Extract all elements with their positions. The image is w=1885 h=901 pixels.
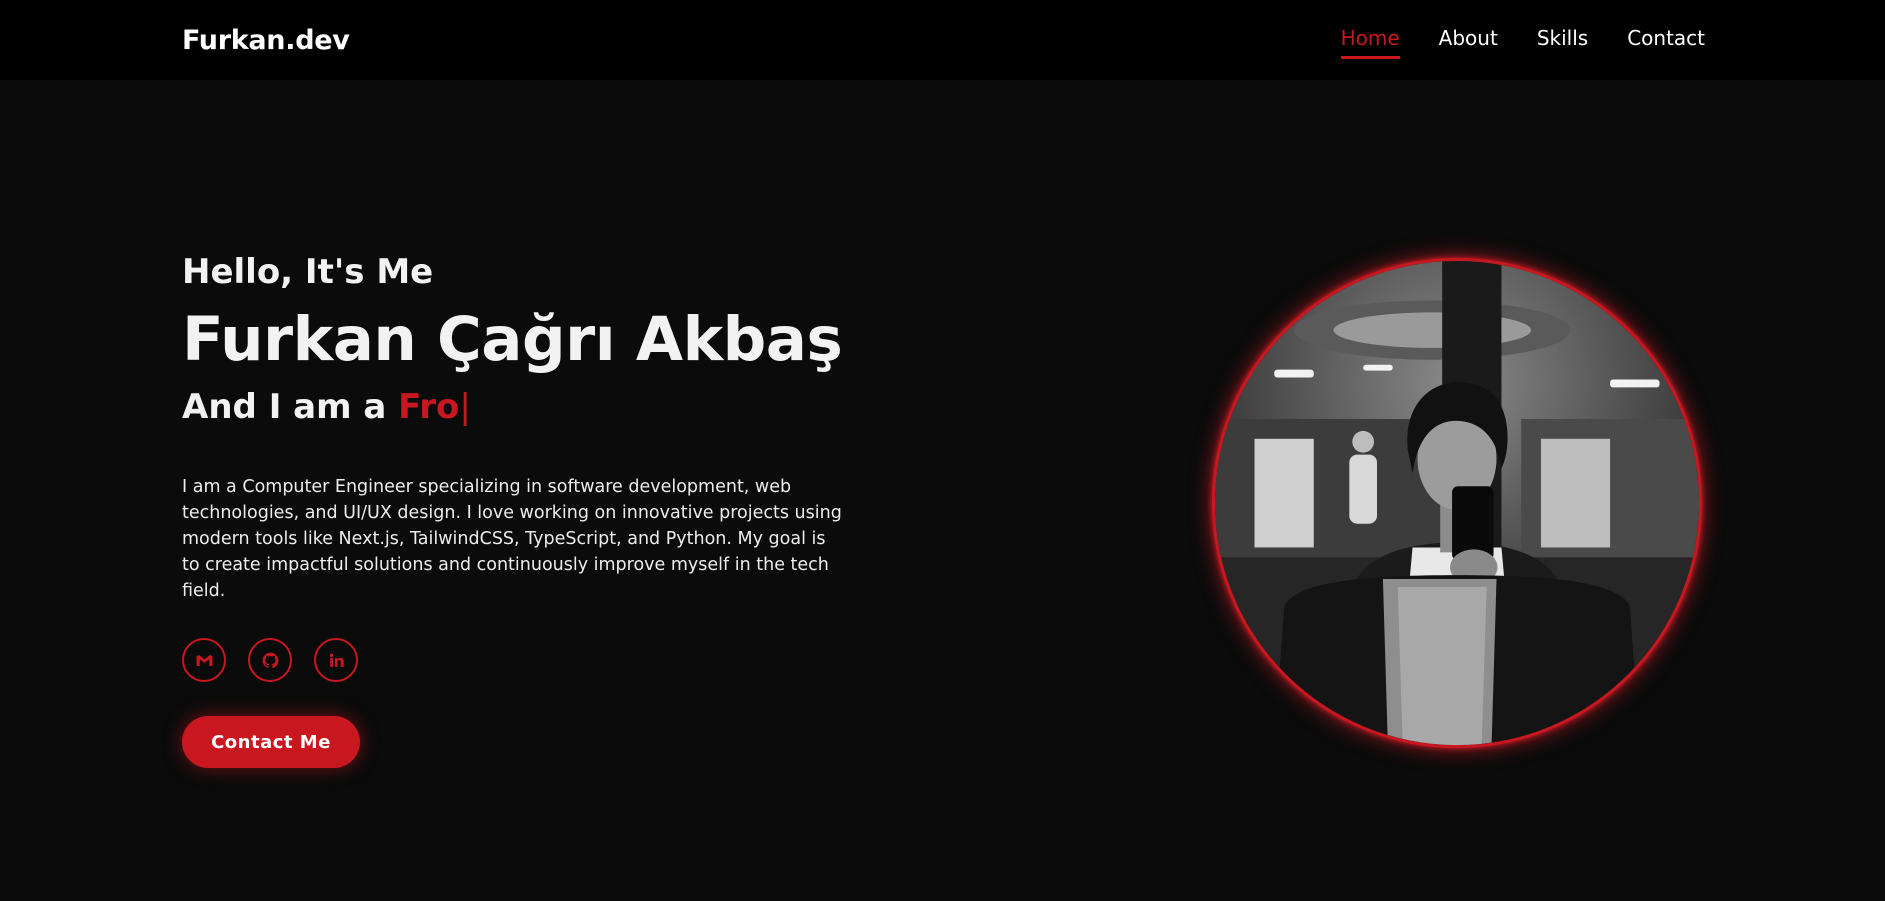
typing-cursor: | [459,387,471,427]
profile-photo [1212,258,1702,748]
gmail-icon [196,654,212,666]
hero-name: Furkan Çağrı Akbaş [182,304,843,375]
role-prefix: And I am a [182,387,399,427]
linkedin-icon [329,653,344,667]
hero-intro: Hello, It's Me Furkan Çağrı Akbaş And I … [182,250,872,768]
site-header: Furkan.dev Home About Skills Contact [0,0,1885,80]
github-link[interactable] [248,638,292,682]
profile-photo-illustration [1215,261,1699,745]
gmail-link[interactable] [182,638,226,682]
nav-link-about[interactable]: About [1439,26,1498,59]
site-logo[interactable]: Furkan.dev [182,25,350,56]
hero-greeting: Hello, It's Me [182,252,434,292]
nav-link-home[interactable]: Home [1340,26,1400,59]
hero-bio: I am a Computer Engineer specializing in… [182,477,842,601]
hero-role-line: And I am a Fro| [182,384,872,430]
nav-link-contact[interactable]: Contact [1627,26,1705,59]
linkedin-link[interactable] [314,638,358,682]
social-links [182,638,872,682]
github-icon [262,652,278,668]
main-nav: Home About Skills Contact [1302,24,1705,59]
contact-me-button[interactable]: Contact Me [182,716,360,768]
page: Furkan.dev Home About Skills Contact Hel… [0,0,1885,901]
role-typed-text: Fro [398,387,460,427]
nav-link-skills[interactable]: Skills [1537,26,1588,59]
